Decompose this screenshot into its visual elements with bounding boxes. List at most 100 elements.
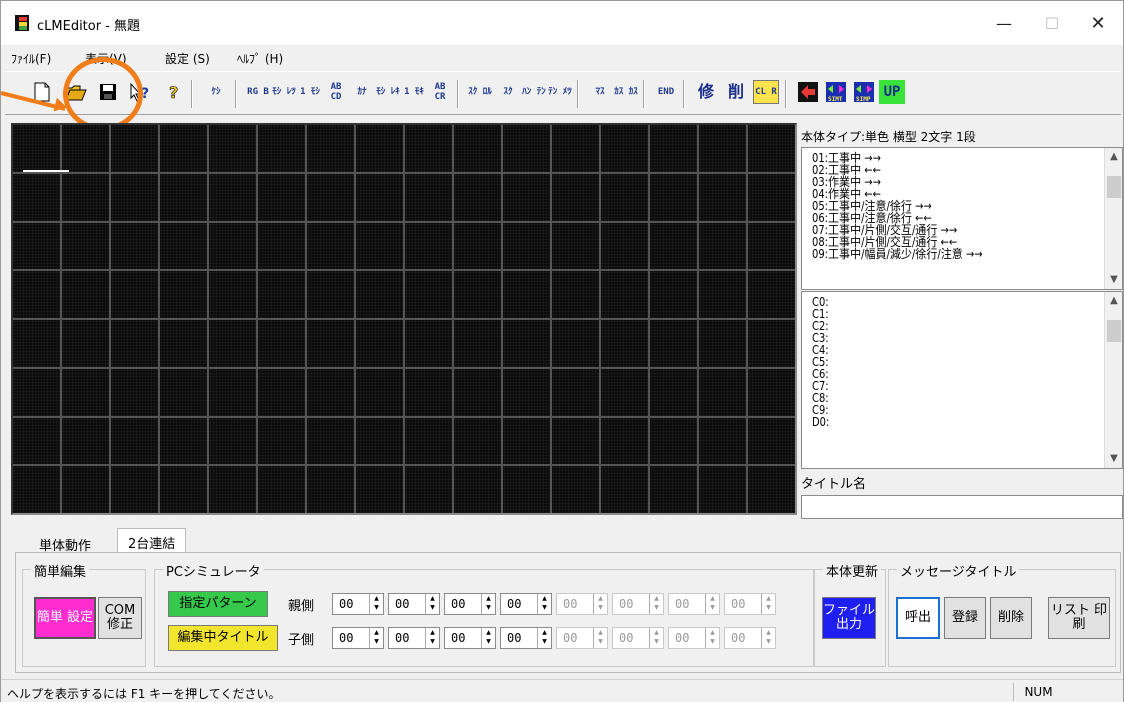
spin-arrows-icon[interactable]: ▲ ▼ <box>481 594 495 614</box>
led-cell[interactable] <box>356 417 403 465</box>
led-cell[interactable] <box>62 173 109 221</box>
led-cell[interactable] <box>748 173 795 221</box>
value-spinner[interactable]: 00 ▲ ▼ <box>388 627 440 649</box>
led-cell[interactable] <box>13 417 60 465</box>
led-cell[interactable] <box>405 417 452 465</box>
kasu-button[interactable]: ｶｽ ｶｽ <box>613 78 639 106</box>
one-char-b-button[interactable]: 1 ﾓｷ <box>401 78 427 106</box>
led-cell[interactable] <box>160 125 207 172</box>
char-list-item[interactable]: C5: <box>812 356 1079 368</box>
led-cell[interactable] <box>62 320 109 367</box>
led-cell[interactable] <box>13 222 60 270</box>
value-spinner[interactable]: 00 ▲ ▼ <box>500 627 552 649</box>
msg-delete-button[interactable]: 削除 <box>990 597 1032 639</box>
led-cell[interactable] <box>601 320 648 367</box>
led-cell[interactable] <box>160 368 207 416</box>
led-cell[interactable] <box>111 125 158 172</box>
led-cell[interactable] <box>454 222 501 270</box>
led-cell[interactable] <box>601 125 648 172</box>
led-cell[interactable] <box>111 320 158 367</box>
led-cell[interactable] <box>699 320 746 367</box>
easy-setup-button[interactable]: 簡単 設定 <box>34 597 96 639</box>
value-spinner[interactable]: 00 ▲ ▼ <box>444 593 496 615</box>
led-cell[interactable] <box>552 417 599 465</box>
led-cell[interactable] <box>748 271 795 318</box>
led-cell[interactable] <box>160 173 207 221</box>
led-cell[interactable] <box>650 173 697 221</box>
spin-arrows-icon[interactable]: ▲ ▼ <box>705 594 719 614</box>
spin-arrows-icon[interactable]: ▲ ▼ <box>593 628 607 648</box>
scroll-up-icon[interactable]: ▲ <box>1105 148 1122 166</box>
led-cell[interactable] <box>209 466 256 513</box>
led-cell[interactable] <box>356 271 403 318</box>
led-cell[interactable] <box>209 320 256 367</box>
led-cell[interactable] <box>552 320 599 367</box>
led-cell[interactable] <box>650 125 697 172</box>
led-cell[interactable] <box>454 320 501 367</box>
led-cell[interactable] <box>111 417 158 465</box>
led-cell[interactable] <box>699 173 746 221</box>
spin-arrows-icon[interactable]: ▲ ▼ <box>537 628 551 648</box>
char-list[interactable]: C0: C1: C2: C3: C4: C5: C6: C7: C8: C9: D0: ▲ ▼ <box>801 291 1123 469</box>
led-cell[interactable] <box>454 125 501 172</box>
led-cell[interactable] <box>111 222 158 270</box>
scroll-b-button[interactable]: ｽｸ <box>495 78 521 106</box>
led-cell[interactable] <box>650 271 697 318</box>
char-list-item[interactable]: C4: <box>812 344 1079 356</box>
led-cell[interactable] <box>356 222 403 270</box>
led-cell[interactable] <box>62 466 109 513</box>
led-cell[interactable] <box>356 125 403 172</box>
led-cell[interactable] <box>601 466 648 513</box>
spin-arrows-icon[interactable]: ▲ ▼ <box>481 628 495 648</box>
led-cell[interactable] <box>160 222 207 270</box>
editing-title-button[interactable]: 編集中タイトル <box>168 625 278 651</box>
maximize-button[interactable]: ☐ <box>1029 9 1075 39</box>
menu-view[interactable]: 表示(V) <box>85 50 127 67</box>
file-output-button[interactable]: ファイル 出力 <box>822 597 876 639</box>
spin-arrows-icon[interactable]: ▲ ▼ <box>537 594 551 614</box>
modify-button[interactable]: 修 <box>693 78 719 106</box>
spin-arrows-icon[interactable]: ▲ ▼ <box>369 628 383 648</box>
spin-arrows-icon[interactable]: ▲ ▼ <box>425 594 439 614</box>
value-spinner[interactable]: 00 ▲ ▼ <box>500 593 552 615</box>
led-cell[interactable] <box>209 125 256 172</box>
led-cell[interactable] <box>454 417 501 465</box>
led-cell[interactable] <box>356 466 403 513</box>
upload-button[interactable]: UP <box>879 80 905 104</box>
led-cell[interactable] <box>13 125 60 172</box>
led-cell[interactable] <box>258 271 305 318</box>
value-spinner[interactable]: 00 ▲ ▼ <box>668 627 720 649</box>
led-cell[interactable] <box>650 222 697 270</box>
simp-icon[interactable]: SIMP <box>851 78 877 106</box>
spin-arrows-icon[interactable]: ▲ ▼ <box>369 594 383 614</box>
char-list-item[interactable]: C6: <box>812 368 1079 380</box>
led-cell[interactable] <box>62 125 109 172</box>
com-fix-button[interactable]: COM 修正 <box>98 597 142 639</box>
led-cell[interactable] <box>13 368 60 416</box>
led-cell[interactable] <box>307 271 354 318</box>
led-cell[interactable] <box>258 368 305 416</box>
led-cell[interactable] <box>601 222 648 270</box>
title-name-input[interactable] <box>801 495 1123 519</box>
led-cell[interactable] <box>503 125 550 172</box>
char-list-item[interactable]: C1: <box>812 308 1079 320</box>
led-cell[interactable] <box>748 320 795 367</box>
led-cell[interactable] <box>111 368 158 416</box>
led-cell[interactable] <box>699 368 746 416</box>
led-cell[interactable] <box>258 222 305 270</box>
value-spinner[interactable]: 00 ▲ ▼ <box>388 593 440 615</box>
led-cell[interactable] <box>111 271 158 318</box>
led-cell[interactable] <box>454 271 501 318</box>
char-list-item[interactable]: C7: <box>812 380 1079 392</box>
led-cell[interactable] <box>454 173 501 221</box>
tab-single[interactable]: 単体動作 <box>29 531 101 554</box>
value-spinner[interactable]: 00 ▲ ▼ <box>332 593 384 615</box>
led-cell[interactable] <box>405 173 452 221</box>
led-cell[interactable] <box>650 417 697 465</box>
value-spinner[interactable]: 00 ▲ ▼ <box>724 593 776 615</box>
title-bar[interactable]: cLMEditor - 無題 — ☐ ✕ <box>1 1 1123 45</box>
menu-file[interactable]: ﾌｧｲﾙ(F) <box>11 50 51 67</box>
led-cell[interactable] <box>307 466 354 513</box>
value-spinner[interactable]: 00 ▲ ▼ <box>668 593 720 615</box>
led-cell[interactable] <box>601 271 648 318</box>
